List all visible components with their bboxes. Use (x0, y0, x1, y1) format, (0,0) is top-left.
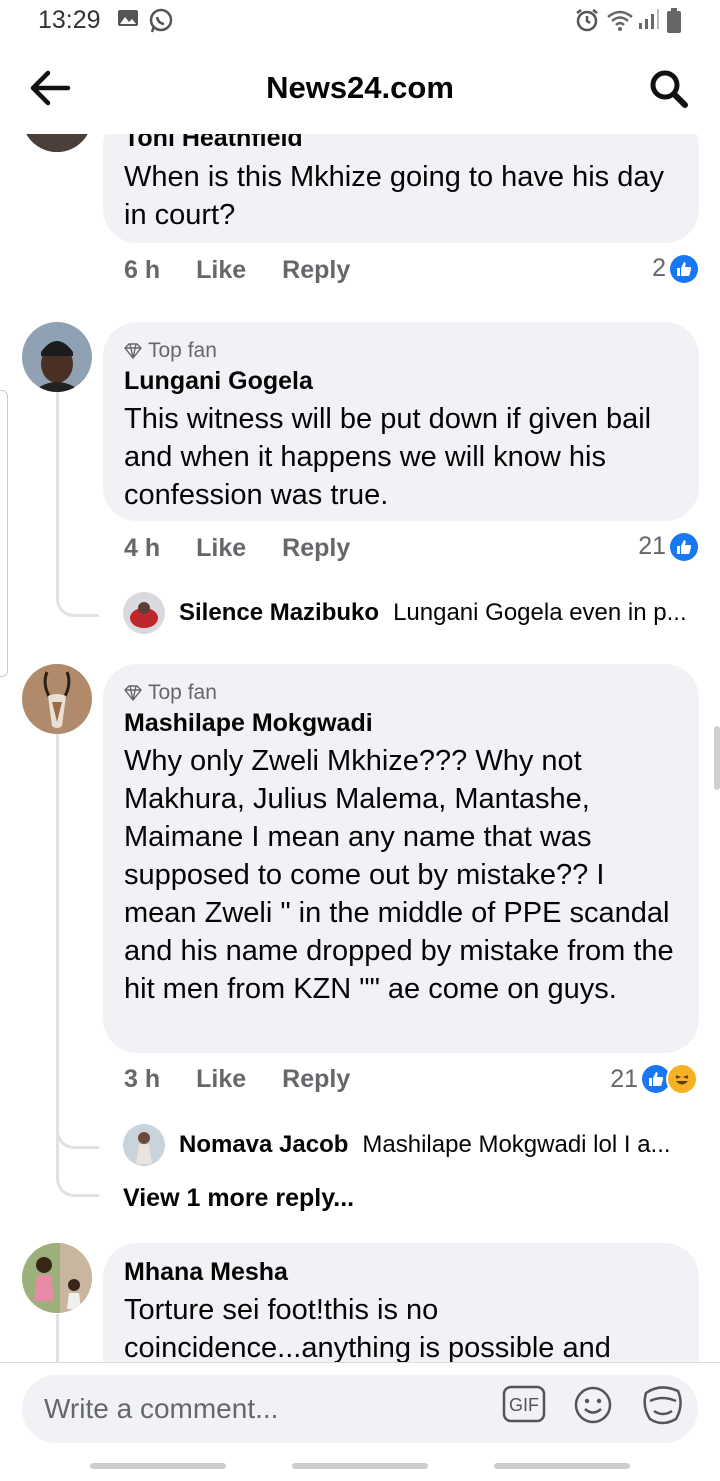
comment-feed[interactable]: Toni Heathfield When is this Mkhize goin… (0, 134, 720, 1362)
comment-text: Torture sei foot!this is no coincidence.… (124, 1294, 611, 1362)
thread-connector (56, 574, 99, 617)
top-fan-label: Top fan (148, 339, 217, 362)
signal-icon (639, 9, 659, 29)
like-button[interactable]: Like (196, 1065, 246, 1094)
thread-line (56, 392, 59, 597)
gif-icon: GIF (502, 1385, 546, 1423)
comment-bubble[interactable]: Top fan Lungani Gogela This witness will… (103, 322, 699, 521)
gif-button[interactable]: GIF (502, 1385, 546, 1428)
diamond-icon (124, 685, 142, 701)
comment-time: 6 h (124, 256, 161, 284)
battery-icon (667, 8, 681, 33)
reply-author[interactable]: Nomava Jacob (179, 1131, 348, 1159)
thumbs-up-icon (670, 532, 698, 561)
nav-recents-handle[interactable] (90, 1463, 226, 1469)
reaction-count: 21 (610, 1064, 638, 1093)
nav-home-handle[interactable] (292, 1463, 428, 1469)
thumbs-up-icon (670, 254, 698, 283)
wifi-icon (607, 10, 633, 31)
avatar[interactable] (22, 664, 92, 734)
whatsapp-icon (149, 8, 173, 33)
emoji-button[interactable] (573, 1385, 613, 1430)
sticker-icon (643, 1386, 682, 1425)
comment-text: When is this Mkhize going to have his da… (124, 161, 664, 231)
diamond-icon (124, 343, 142, 359)
reply-author[interactable]: Silence Mazibuko (179, 599, 379, 627)
reaction-summary[interactable]: 21 (638, 532, 698, 561)
scrollbar[interactable] (714, 726, 720, 790)
comment-author[interactable]: Mashilape Mokgwadi (124, 708, 679, 738)
comment-actions: 4 h Like Reply (124, 534, 350, 563)
thread-connector (56, 1106, 99, 1149)
alarm-icon (576, 9, 598, 32)
reply-button[interactable]: Reply (282, 534, 350, 563)
haha-reaction-icon (666, 1063, 698, 1095)
comment-bubble[interactable]: Top fan Mashilape Mokgwadi Why only Zwel… (103, 664, 699, 1053)
top-app-bar: News24.com (0, 44, 720, 134)
reply-preview[interactable]: Silence Mazibuko Lungani Gogela even in … (123, 592, 687, 634)
comment-author[interactable]: Lungani Gogela (124, 366, 679, 396)
like-button[interactable]: Like (196, 256, 246, 285)
comment-author[interactable]: Toni Heathfield (124, 134, 679, 152)
comment-bubble[interactable]: Toni Heathfield When is this Mkhize goin… (103, 134, 699, 243)
comment-text: Why only Zweli Mkhize??? Why not Makhura… (124, 745, 674, 1005)
comment-author[interactable]: Mhana Mesha (124, 1257, 679, 1287)
gallery-icon (118, 10, 138, 26)
reply-preview[interactable]: Nomava Jacob Mashilape Mokgwadi lol I a.… (123, 1124, 671, 1166)
thread-connector (56, 1154, 99, 1197)
view-more-replies-link[interactable]: View 1 more reply... (123, 1184, 354, 1213)
top-fan-badge: Top fan (124, 336, 679, 366)
reaction-count: 21 (638, 532, 666, 560)
reaction-summary[interactable]: 2 (652, 254, 698, 283)
search-button[interactable] (648, 68, 690, 110)
system-nav-bar (0, 1452, 720, 1480)
smiley-icon (574, 1386, 612, 1424)
avatar[interactable] (22, 1243, 92, 1313)
top-fan-label: Top fan (148, 681, 217, 704)
top-fan-badge: Top fan (124, 678, 679, 708)
reaction-summary[interactable]: 21 (610, 1063, 698, 1095)
reply-button[interactable]: Reply (282, 256, 350, 285)
reply-button[interactable]: Reply (282, 1065, 350, 1094)
comment-actions: 3 h Like Reply (124, 1065, 350, 1094)
comment-actions: 6 h Like Reply (124, 256, 350, 285)
gif-label: GIF (509, 1395, 539, 1415)
like-button[interactable]: Like (196, 534, 246, 563)
sticker-button[interactable] (640, 1385, 686, 1432)
comment-time: 4 h (124, 534, 161, 562)
status-bar: 13:29 (0, 0, 720, 44)
search-icon (650, 70, 688, 108)
comment-time: 3 h (124, 1065, 161, 1093)
comment-bubble[interactable]: Mhana Mesha Torture sei foot!this is no … (103, 1243, 699, 1362)
comment-text: This witness will be put down if given b… (124, 403, 652, 511)
edge-panel-handle[interactable] (0, 390, 8, 677)
nav-back-handle[interactable] (494, 1463, 630, 1469)
avatar[interactable] (22, 134, 92, 152)
reply-avatar[interactable] (123, 1124, 165, 1166)
thread-line (56, 1314, 59, 1362)
page-title: News24.com (266, 70, 454, 105)
reply-text: Mashilape Mokgwadi lol I a... (362, 1131, 671, 1158)
reaction-count: 2 (652, 254, 666, 282)
reply-text: Lungani Gogela even in p... (393, 599, 687, 626)
reply-avatar[interactable] (123, 592, 165, 634)
status-time: 13:29 (38, 6, 101, 34)
avatar[interactable] (22, 322, 92, 392)
